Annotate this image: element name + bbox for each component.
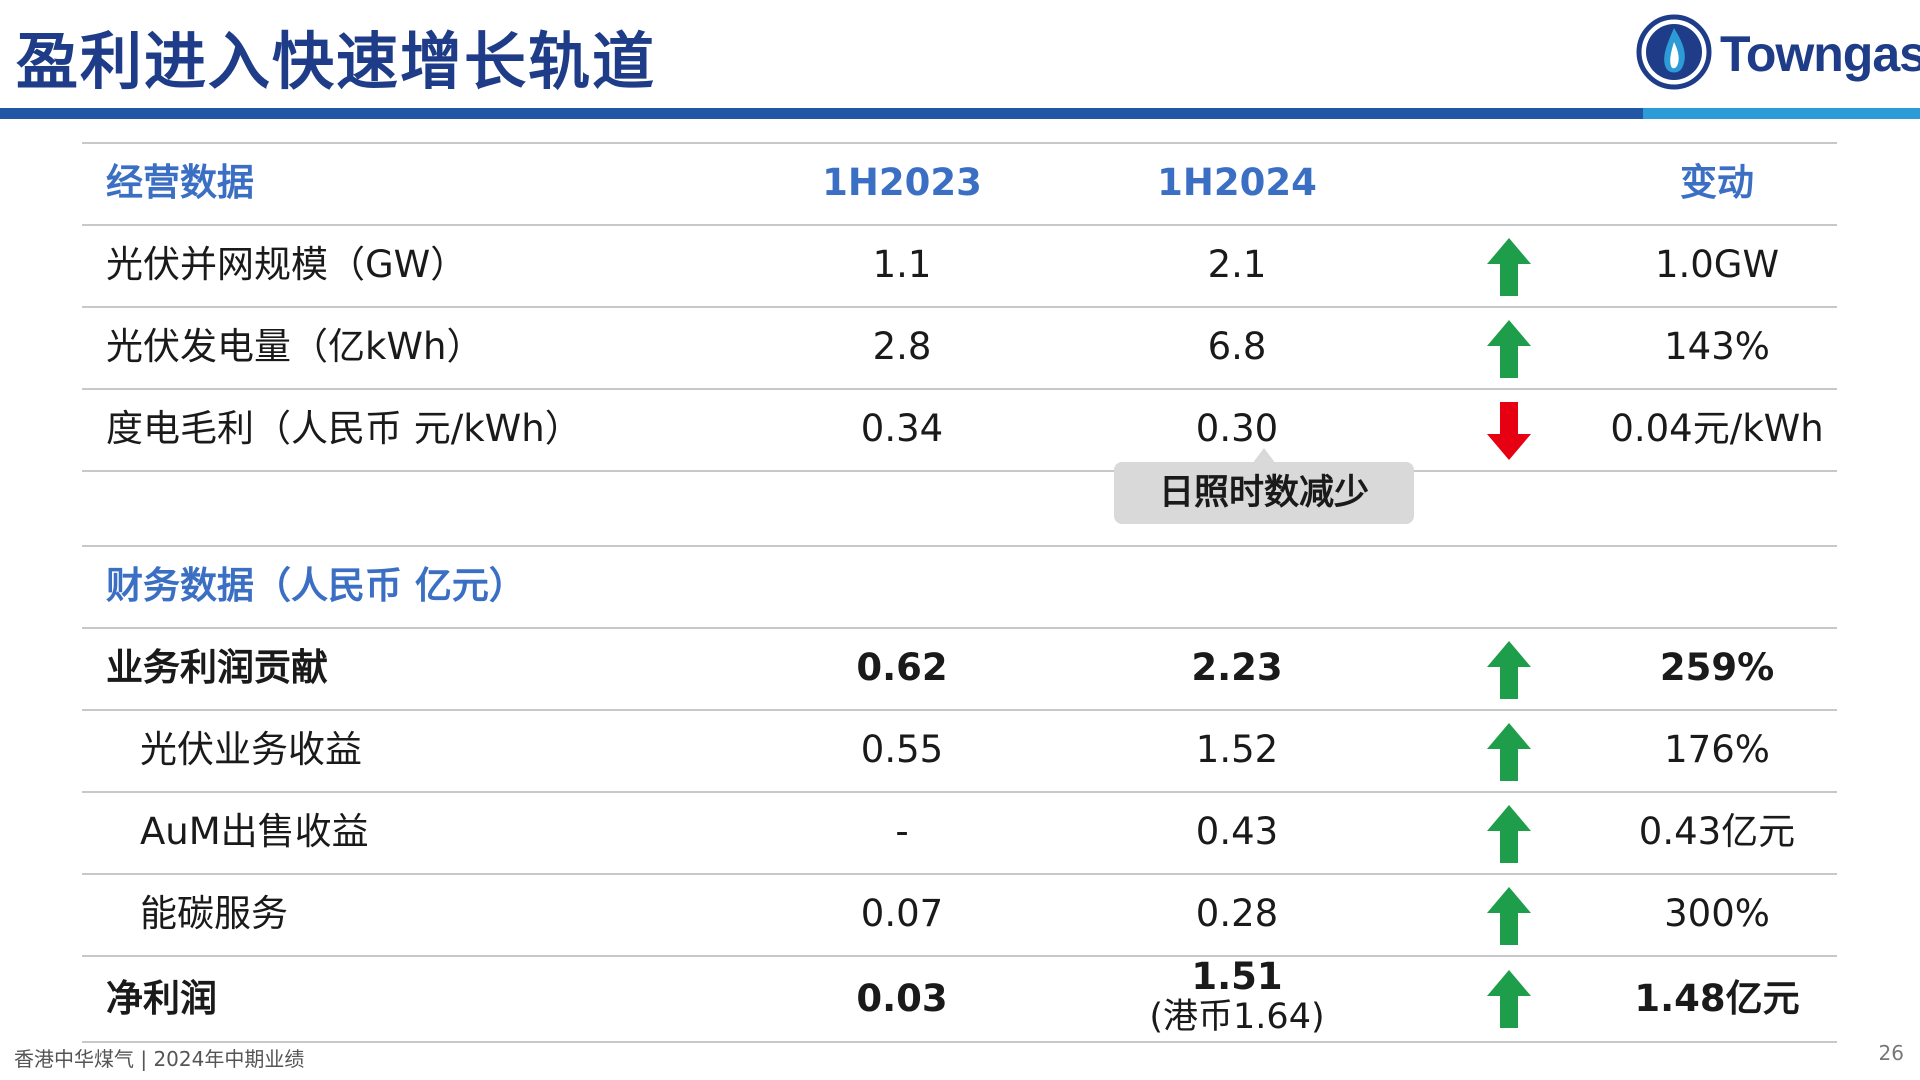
spacer-row	[82, 470, 1837, 545]
page-title: 盈利进入快速增长轨道	[16, 25, 657, 98]
operating-header-label: 经营数据	[106, 161, 254, 204]
value-1h2024: 0.30	[1195, 407, 1279, 450]
table-row: AuM出售收益 - 0.43 0.43亿元	[82, 791, 1837, 873]
net-profit-row: 净利润 0.03 1.51 (港币1.64) 1.48亿元	[82, 955, 1837, 1043]
page-number: 26	[1878, 1041, 1904, 1065]
table-row: 光伏并网规模（GW） 1.1 2.1 1.0GW	[82, 224, 1837, 306]
change-value: 1.0GW	[1654, 243, 1780, 286]
row-label: AuM出售收益	[140, 810, 369, 853]
row-label: 光伏发电量（亿kWh）	[106, 325, 484, 368]
flame-logo-icon	[1636, 14, 1712, 90]
row-label: 能碳服务	[140, 892, 288, 935]
table-row: 度电毛利（人民币 元/kWh） 0.34 0.30 0.04元/kWh	[82, 388, 1837, 470]
table-row: 业务利润贡献 0.62 2.23 259%	[82, 627, 1837, 709]
change-value: 259%	[1659, 646, 1775, 689]
sunshine-callout: 日照时数减少	[1114, 462, 1414, 524]
value-1h2024: 1.52	[1195, 728, 1279, 771]
results-table: 经营数据 1H2023 1H2024 变动 光伏并网规模（GW） 1.1 2.1…	[82, 142, 1837, 1043]
value-1h2024: 2.1	[1207, 243, 1267, 286]
change-value: 176%	[1664, 728, 1770, 771]
logo-wordmark: Towngas	[1720, 26, 1920, 82]
change-value: 143%	[1664, 325, 1770, 368]
value-1h2024-hkd-note: (港币1.64)	[1149, 997, 1325, 1037]
table-row: 能碳服务 0.07 0.28 300%	[82, 873, 1837, 955]
financial-header-label: 财务数据（人民币 亿元）	[106, 564, 526, 607]
row-label: 光伏并网规模（GW）	[106, 243, 468, 286]
change-value: 0.04元/kWh	[1610, 407, 1824, 450]
change-value: 300%	[1664, 892, 1770, 935]
row-label: 光伏业务收益	[140, 728, 362, 771]
column-header-change: 变动	[1680, 161, 1754, 204]
value-1h2024: 2.23	[1191, 646, 1283, 689]
slide: 盈利进入快速增长轨道 Towngas 经营数据 1H2023 1H2024 变动…	[0, 0, 1920, 1080]
value-1h2024: 1.51	[1191, 955, 1283, 998]
row-label: 度电毛利（人民币 元/kWh）	[106, 407, 582, 450]
value-1h2024: 0.43	[1195, 810, 1279, 853]
change-value: 0.43亿元	[1638, 810, 1796, 853]
table-row: 光伏业务收益 0.55 1.52 176%	[82, 709, 1837, 791]
title-rule	[0, 108, 1643, 119]
financial-header-row: 财务数据（人民币 亿元）	[82, 545, 1837, 627]
value-1h2024-block: 1.51 (港币1.64)	[1037, 955, 1437, 1038]
column-header-1h2024: 1H2024	[1157, 161, 1317, 204]
value-1h2024: 0.28	[1195, 892, 1279, 935]
table-row: 光伏发电量（亿kWh） 2.8 6.8 143%	[82, 306, 1837, 388]
row-label: 业务利润贡献	[106, 646, 328, 689]
row-label: 净利润	[106, 977, 217, 1020]
change-value: 1.48亿元	[1634, 977, 1800, 1020]
title-rule-accent	[1643, 108, 1920, 119]
footer-text: 香港中华煤气 | 2024年中期业绩	[14, 1047, 305, 1071]
towngas-logo: Towngas	[1634, 12, 1920, 92]
value-1h2024: 6.8	[1207, 325, 1267, 368]
operating-header-row: 经营数据 1H2023 1H2024 变动	[82, 142, 1837, 224]
